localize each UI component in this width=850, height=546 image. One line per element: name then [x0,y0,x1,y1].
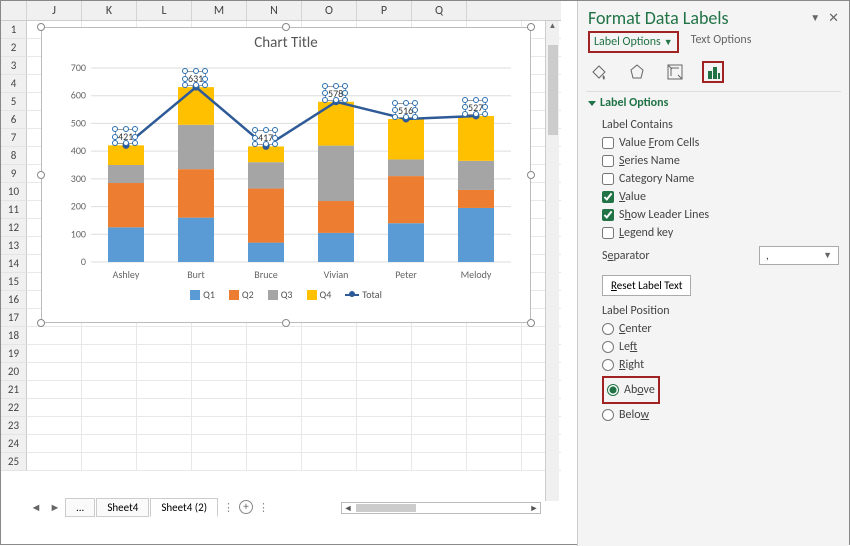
chart-title[interactable]: Chart Title [42,28,530,58]
svg-text:0: 0 [81,255,86,268]
row-15[interactable]: 15 [1,273,27,291]
col-N[interactable]: N [247,1,302,20]
tab-nav-next[interactable]: ► [46,501,64,514]
text-options-tab[interactable]: Text Options [687,31,756,53]
svg-text:Ashley: Ashley [113,268,140,281]
row-13[interactable]: 13 [1,237,27,255]
row-23[interactable]: 23 [1,417,27,435]
row-3[interactable]: 3 [1,57,27,75]
svg-text:700: 700 [71,61,86,74]
effects-icon[interactable] [626,61,648,83]
tab-sheet4-2[interactable]: Sheet4 (2) [150,498,218,517]
label-position-heading: Label Position [602,304,839,318]
chevron-down-icon[interactable]: ▼ [810,11,820,26]
tab-nav-prev[interactable]: ◄ [27,501,45,514]
svg-text:Melody: Melody [461,268,492,281]
data-label[interactable]: 631 [185,71,206,86]
add-sheet-button[interactable]: + [239,500,253,514]
data-label[interactable]: 516 [395,103,416,118]
cb-category-name[interactable]: Category Name [602,172,839,186]
cb-legend-key[interactable]: Legend key [602,226,839,240]
row-1[interactable]: 1 [1,21,27,39]
data-label[interactable]: 578 [325,86,346,101]
chart-options-icon[interactable] [702,61,724,83]
row-17[interactable]: 17 [1,309,27,327]
rb-right[interactable]: Right [602,358,839,372]
svg-text:500: 500 [71,116,86,129]
svg-text:Vivian: Vivian [324,268,349,281]
rb-above[interactable]: Above [607,383,655,397]
row-5[interactable]: 5 [1,93,27,111]
horizontal-scrollbar[interactable]: ◄► [341,502,541,514]
col-M[interactable]: M [192,1,247,20]
row-4[interactable]: 4 [1,75,27,93]
label-options-section[interactable]: Label Options [578,92,849,114]
cb-value-from-cells[interactable]: Value From Cells [602,136,839,150]
pane-title: Format Data Labels [588,7,729,29]
row-9[interactable]: 9 [1,165,27,183]
row-18[interactable]: 18 [1,327,27,345]
chart-legend[interactable]: Q1 Q2 Q3 Q4 Total [42,288,530,301]
svg-text:100: 100 [71,227,86,240]
svg-text:Bruce: Bruce [254,268,277,281]
rb-below[interactable]: Below [602,408,839,422]
row-14[interactable]: 14 [1,255,27,273]
rb-center[interactable]: Center [602,322,839,336]
svg-text:400: 400 [71,144,86,157]
separator-select[interactable]: ,▼ [759,246,839,265]
row-20[interactable]: 20 [1,363,27,381]
label-contains-heading: Label Contains [602,118,839,132]
row-6[interactable]: 6 [1,111,27,129]
col-P[interactable]: P [357,1,412,20]
rb-left[interactable]: Left [602,340,839,354]
cb-series-name[interactable]: Series Name [602,154,839,168]
fill-icon[interactable] [588,61,610,83]
col-O[interactable]: O [302,1,357,20]
row-21[interactable]: 21 [1,381,27,399]
spreadsheet-grid: J K L M N O P Q 123456789101112131415161… [1,1,561,521]
svg-text:Peter: Peter [395,268,417,281]
size-icon[interactable] [664,61,686,83]
row-16[interactable]: 16 [1,291,27,309]
row-7[interactable]: 7 [1,129,27,147]
row-10[interactable]: 10 [1,183,27,201]
label-options-tab[interactable]: Label Options ▼ [588,31,679,53]
row-headers: 1234567891011121314151617181920212223242… [1,21,27,471]
data-label[interactable]: 421 [115,129,136,144]
chart-plot: 0 100 200 300 400 500 600 700 Ashley Burt Bruce Viv… [51,58,521,286]
row-12[interactable]: 12 [1,219,27,237]
col-L[interactable]: L [137,1,192,20]
column-headers: J K L M N O P Q [1,1,561,21]
format-data-labels-pane: Format Data Labels ▼ ✕ Label Options ▼ T… [577,1,849,546]
data-label[interactable]: 527 [465,100,486,115]
svg-text:300: 300 [71,172,86,185]
row-8[interactable]: 8 [1,147,27,165]
row-2[interactable]: 2 [1,39,27,57]
separator-label: Separator [602,249,650,263]
data-label[interactable]: 417 [255,130,276,145]
svg-text:200: 200 [71,200,86,213]
col-J[interactable]: J [27,1,82,20]
row-22[interactable]: 22 [1,399,27,417]
tab-more-dots[interactable]: ⋮ [219,501,238,514]
tab-sheet4[interactable]: Sheet4 [96,498,149,517]
row-24[interactable]: 24 [1,435,27,453]
embedded-chart[interactable]: Chart Title 0 100 200 300 400 500 600 700 Ashley… [41,27,531,323]
reset-label-text-button[interactable]: Reset Label Text [602,275,691,296]
vertical-scrollbar[interactable]: ▲ [545,21,559,501]
col-K[interactable]: K [82,1,137,20]
svg-text:Burt: Burt [187,268,205,281]
row-11[interactable]: 11 [1,201,27,219]
svg-text:600: 600 [71,89,86,102]
row-25[interactable]: 25 [1,453,27,471]
tab-resize[interactable]: ⋮ [254,501,273,514]
close-icon[interactable]: ✕ [828,11,839,26]
cb-value[interactable]: Value [602,190,839,204]
row-19[interactable]: 19 [1,345,27,363]
sheet-tabs[interactable]: ◄ ► ... Sheet4 Sheet4 (2) ⋮ + ⋮ [27,496,273,518]
col-Q[interactable]: Q [412,1,467,20]
tab-more[interactable]: ... [65,498,95,517]
cb-leader-lines[interactable]: Show Leader Lines [602,208,839,222]
